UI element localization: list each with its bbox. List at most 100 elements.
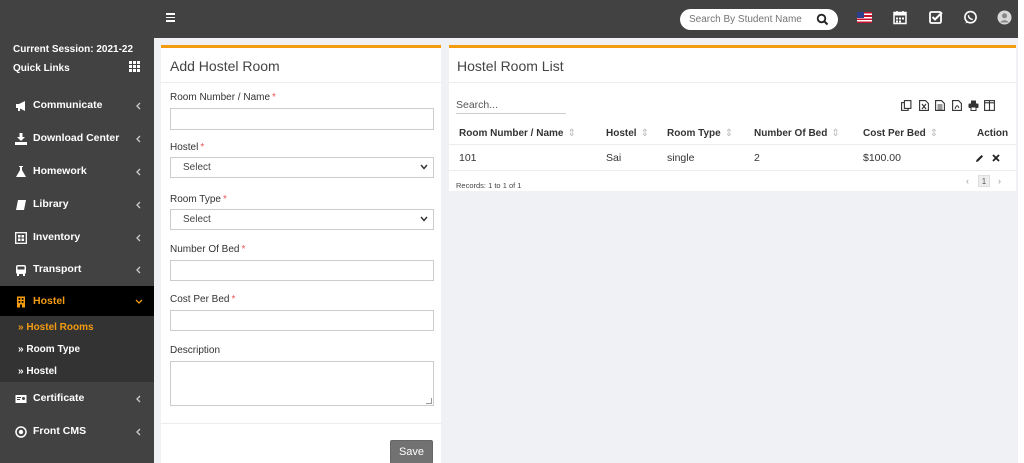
chevron-left-icon bbox=[135, 395, 142, 403]
list-search-input[interactable]: Search... bbox=[456, 99, 566, 114]
prev-page-button[interactable]: ‹ bbox=[966, 176, 969, 186]
room-number-label: Room Number / Name * bbox=[170, 92, 276, 103]
sidebar-item-front-cms[interactable]: Front CMS bbox=[0, 416, 154, 448]
copy-icon[interactable] bbox=[901, 100, 912, 111]
student-search-box bbox=[680, 9, 838, 30]
room-number-input[interactable] bbox=[170, 108, 434, 130]
sidebar-item-certificate[interactable]: Certificate bbox=[0, 383, 154, 415]
column-header-room[interactable]: Room Number / Name ⇕ bbox=[459, 128, 576, 139]
cost-per-bed-label: Cost Per Bed * bbox=[170, 294, 236, 305]
sidebar-item-inventory[interactable]: Inventory bbox=[0, 222, 154, 254]
current-session: Current Session: 2021-22 bbox=[13, 44, 134, 55]
delete-icon[interactable] bbox=[992, 154, 1000, 162]
save-button[interactable]: Save bbox=[390, 440, 433, 463]
cell-room-type: single bbox=[667, 152, 695, 164]
hostel-select[interactable]: Select bbox=[170, 157, 434, 178]
chevron-left-icon bbox=[135, 266, 142, 274]
divider bbox=[449, 170, 1016, 171]
sidebar-item-transport[interactable]: Transport bbox=[0, 254, 154, 286]
chevron-down-icon bbox=[135, 298, 143, 306]
main-content: Add Hostel Room Room Number / Name * Host… bbox=[154, 38, 1018, 463]
column-header-hostel[interactable]: Hostel ⇕ bbox=[606, 128, 649, 139]
building-icon bbox=[15, 296, 27, 308]
submenu-hostel-rooms[interactable]: » Hostel Rooms bbox=[18, 322, 94, 333]
submenu-hostel[interactable]: » Hostel bbox=[18, 366, 57, 377]
top-navbar bbox=[0, 0, 1018, 38]
chevron-left-icon bbox=[135, 201, 142, 209]
sidebar-item-label: Homework bbox=[33, 165, 87, 177]
room-type-select[interactable]: Select bbox=[170, 209, 434, 230]
sidebar-item-label: Communicate bbox=[33, 99, 103, 111]
sidebar-item-communicate[interactable]: Communicate bbox=[0, 90, 154, 122]
divider bbox=[449, 144, 1016, 145]
add-hostel-room-panel: Add Hostel Room Room Number / Name * Host… bbox=[161, 45, 441, 463]
chevron-left-icon bbox=[135, 234, 142, 242]
bus-icon bbox=[15, 264, 27, 276]
sidebar-item-hostel[interactable]: Hostel bbox=[0, 286, 154, 318]
grid-icon[interactable] bbox=[129, 61, 140, 72]
certificate-icon bbox=[15, 393, 27, 405]
print-icon[interactable] bbox=[968, 100, 979, 111]
sidebar-item-label: Library bbox=[33, 198, 69, 210]
sidebar-item-label: Download Center bbox=[33, 132, 120, 144]
inventory-icon bbox=[15, 232, 27, 244]
chevron-left-icon bbox=[135, 102, 142, 110]
excel-icon[interactable] bbox=[919, 100, 930, 111]
book-icon bbox=[15, 199, 27, 211]
us-flag-icon[interactable] bbox=[857, 12, 872, 23]
room-type-label: Room Type * bbox=[170, 194, 227, 205]
student-search-input[interactable] bbox=[689, 13, 811, 26]
search-icon[interactable] bbox=[816, 13, 829, 26]
submenu-room-type[interactable]: » Room Type bbox=[18, 344, 80, 355]
divider bbox=[161, 423, 441, 424]
number-of-bed-label: Number Of Bed * bbox=[170, 244, 246, 255]
chevron-left-icon bbox=[135, 135, 142, 143]
sidebar: Current Session: 2021-22 Quick Links Com… bbox=[0, 38, 154, 463]
resize-handle-icon[interactable] bbox=[426, 398, 432, 404]
checkbox-icon[interactable] bbox=[929, 10, 945, 26]
sidebar-item-homework[interactable]: Homework bbox=[0, 156, 154, 188]
whatsapp-icon[interactable] bbox=[963, 10, 979, 26]
pdf-icon[interactable] bbox=[952, 100, 963, 111]
chevron-left-icon bbox=[135, 168, 142, 176]
hostel-label: Hostel * bbox=[170, 142, 205, 153]
edit-icon[interactable] bbox=[975, 154, 984, 163]
columns-icon[interactable] bbox=[984, 100, 995, 111]
user-avatar-icon[interactable] bbox=[997, 10, 1013, 26]
page-number-button[interactable]: 1 bbox=[978, 175, 990, 187]
chevron-down-icon bbox=[420, 216, 428, 222]
globe-icon bbox=[15, 426, 27, 438]
download-icon bbox=[15, 133, 27, 145]
next-page-button[interactable]: › bbox=[998, 176, 1001, 186]
column-header-room-type[interactable]: Room Type ⇕ bbox=[667, 128, 733, 139]
menu-icon[interactable] bbox=[166, 13, 175, 22]
sidebar-item-label: Transport bbox=[33, 263, 82, 275]
cost-per-bed-input[interactable] bbox=[170, 310, 434, 331]
sidebar-item-label: Certificate bbox=[33, 392, 85, 404]
number-of-bed-input[interactable] bbox=[170, 260, 434, 281]
chevron-down-icon bbox=[420, 164, 428, 170]
panel-title: Hostel Room List bbox=[457, 58, 564, 74]
quick-links-label: Quick Links bbox=[13, 63, 70, 74]
hostel-submenu: » Hostel Rooms » Room Type » Hostel bbox=[0, 316, 154, 382]
csv-icon[interactable] bbox=[935, 100, 946, 111]
sidebar-item-label: Inventory bbox=[33, 231, 81, 243]
sidebar-item-label: Hostel bbox=[33, 295, 66, 307]
cell-cost: $100.00 bbox=[863, 152, 901, 164]
calendar-icon[interactable] bbox=[893, 10, 909, 26]
bullhorn-icon bbox=[15, 100, 27, 112]
sidebar-item-download-center[interactable]: Download Center bbox=[0, 123, 154, 155]
records-info: Records: 1 to 1 of 1 bbox=[456, 181, 522, 190]
cell-room: 101 bbox=[459, 152, 477, 164]
flask-icon bbox=[15, 166, 27, 178]
column-header-number-of-bed[interactable]: Number Of Bed ⇕ bbox=[754, 128, 840, 139]
cell-beds: 2 bbox=[754, 152, 760, 164]
description-textarea[interactable] bbox=[170, 361, 434, 406]
cell-hostel: Sai bbox=[606, 152, 622, 164]
column-header-action: Action bbox=[977, 128, 1009, 139]
hostel-room-list-panel: Hostel Room List Search... Room Number /… bbox=[449, 45, 1016, 191]
divider bbox=[449, 82, 1016, 83]
column-header-cost-per-bed[interactable]: Cost Per Bed ⇕ bbox=[863, 128, 938, 139]
sidebar-item-library[interactable]: Library bbox=[0, 189, 154, 221]
divider bbox=[161, 82, 441, 83]
